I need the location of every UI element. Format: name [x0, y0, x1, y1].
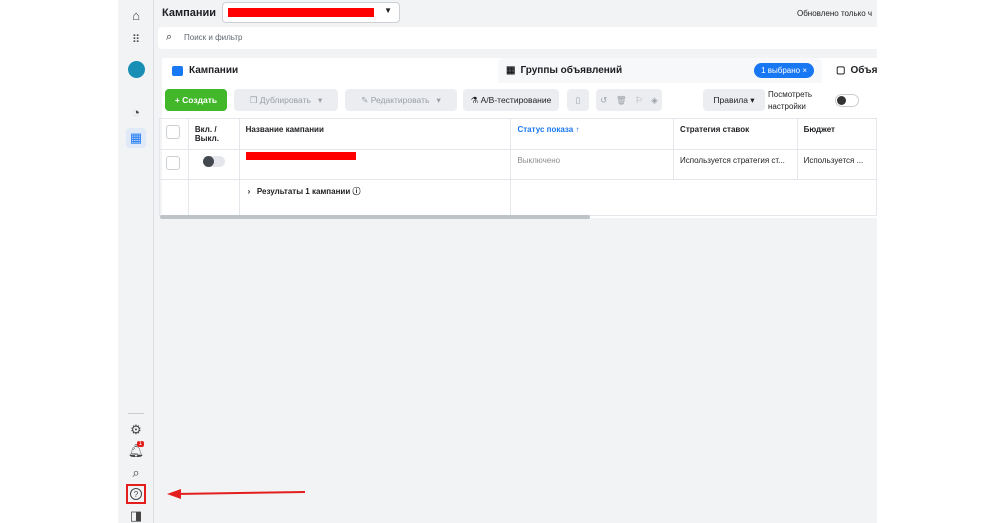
- tab-label: Кампании: [189, 65, 239, 76]
- settings-gear-icon[interactable]: ⚙: [126, 420, 146, 440]
- actions-group: ↺ 🗑︎ ⚐ ◈: [596, 89, 662, 111]
- delivery-status: Выключено: [510, 149, 675, 180]
- header-bid-strategy[interactable]: Стратегия ставок: [673, 118, 798, 150]
- tab-label: Группы объявлений: [520, 65, 623, 76]
- main: Кампании ▼ Обновлено только ч ⌕ Поиск и ф…: [156, 0, 877, 523]
- help-icon[interactable]: ?: [126, 484, 146, 504]
- row-checkbox[interactable]: [166, 156, 180, 170]
- info-icon[interactable]: ⓘ: [353, 187, 361, 196]
- duplicate-label: Дублировать: [259, 95, 311, 105]
- notification-badge: 1: [136, 441, 144, 447]
- panel-toggle-icon[interactable]: ◨: [126, 506, 146, 523]
- rules-dropdown[interactable]: Правила ▾: [703, 89, 765, 111]
- red-arrow-annotation: [167, 489, 306, 499]
- folder-icon: [172, 65, 183, 76]
- ab-label: A/B-тестирование: [480, 95, 552, 105]
- ab-test-button[interactable]: ⚗ A/B-тестирование: [463, 89, 559, 111]
- badge-label: 1 выбрано: [761, 66, 801, 75]
- search-icon[interactable]: ⌕: [126, 463, 146, 483]
- view-settings-toggle[interactable]: [835, 94, 859, 107]
- summary-label: Результаты 1 кампании: [256, 187, 351, 196]
- header-campaign-name[interactable]: Название кампании: [238, 118, 512, 150]
- header-toggle: Вкл. / Выкл.: [187, 118, 240, 150]
- select-all-checkbox[interactable]: [166, 125, 180, 139]
- edit-label: Редактировать: [370, 95, 430, 105]
- undo-icon[interactable]: ↺: [600, 95, 607, 106]
- delete-icon[interactable]: 🗑︎: [616, 95, 627, 106]
- clipboard-icon[interactable]: ▯: [567, 89, 589, 111]
- tab-label: Объя: [850, 65, 877, 76]
- notifications-bell-icon[interactable]: 🔔︎ 1: [126, 441, 146, 461]
- ad-icon: ▢: [836, 65, 846, 76]
- campaign-selector[interactable]: ▼: [222, 2, 400, 23]
- redacted-campaign-name: [228, 8, 374, 17]
- dashboard-icon[interactable]: ◔: [126, 102, 146, 122]
- campaign-toggle[interactable]: [202, 156, 225, 167]
- create-button[interactable]: + Создать: [165, 89, 227, 111]
- app: ⌂ ⠿ ◔ ▦ ⚙ 🔔︎ 1 ⌕ ? ◨ Кампании ▼ Обновлено…: [118, 0, 877, 523]
- view-settings-label: Посмотреть настройки: [768, 90, 813, 111]
- home-icon[interactable]: ⌂: [126, 5, 146, 25]
- account-avatar[interactable]: [126, 59, 146, 79]
- page-title: Кампании: [162, 7, 217, 19]
- create-label: Создать: [182, 95, 218, 105]
- apps-grid-icon[interactable]: ⠿: [126, 29, 146, 49]
- tab-ads[interactable]: ▢ Объя: [828, 58, 877, 83]
- duplicate-button[interactable]: ❐ Дублировать ▾: [234, 89, 338, 111]
- results-summary[interactable]: › Результаты 1 кампании ⓘ: [238, 179, 512, 216]
- search-placeholder: Поиск и фильтр: [184, 33, 243, 42]
- header-budget[interactable]: Бюджет: [796, 118, 877, 150]
- rules-label: Правила: [713, 95, 748, 105]
- tag-icon[interactable]: ◈: [651, 95, 658, 106]
- chevron-down-icon: ▼: [384, 6, 392, 15]
- bid-strategy: Используется стратегия ст...: [673, 149, 798, 180]
- campaigns-table: Вкл. / Выкл. Название кампании Статус по…: [159, 118, 877, 216]
- search-icon: ⌕: [166, 31, 173, 43]
- redacted-campaign-name[interactable]: [245, 152, 356, 160]
- tab-ad-sets[interactable]: ▦ Группы объявлений 1 выбрано ×: [498, 58, 822, 83]
- ads-manager-table-icon[interactable]: ▦: [126, 128, 146, 148]
- header-label: Статус показа: [517, 125, 574, 134]
- divider: [128, 413, 144, 414]
- edit-button[interactable]: ✎ Редактировать ▾: [345, 89, 457, 111]
- search-input[interactable]: ⌕ Поиск и фильтр: [158, 27, 877, 49]
- header-delivery-status[interactable]: Статус показа ↑: [510, 118, 675, 150]
- updated-status: Обновлено только ч: [797, 9, 873, 18]
- table-row[interactable]: Выключено Используется стратегия ст... И…: [159, 149, 877, 180]
- horizontal-scrollbar[interactable]: [160, 215, 590, 219]
- selected-badge[interactable]: 1 выбрано ×: [754, 63, 814, 78]
- budget: Используется ...: [796, 149, 877, 180]
- grid-icon: ▦: [506, 65, 516, 76]
- preview-icon[interactable]: ⚐: [635, 95, 643, 106]
- sidebar: ⌂ ⠿ ◔ ▦ ⚙ 🔔︎ 1 ⌕ ? ◨: [118, 0, 154, 523]
- tab-campaigns[interactable]: Кампании: [162, 58, 492, 83]
